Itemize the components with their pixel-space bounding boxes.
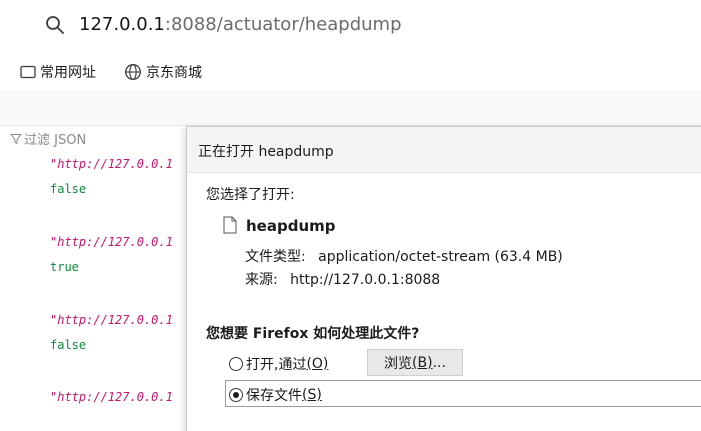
filter-label: 过滤 JSON [24,133,87,148]
dialog-intro: 您选择了打开: [206,187,295,203]
file-source: 来源: http://127.0.0.1:8088 [245,269,440,289]
open-with-option[interactable]: 打开,通过 (O) [229,354,328,374]
folder-icon [20,65,36,79]
file-icon [223,216,237,234]
bookmark-label: 常用网址 [40,65,96,81]
json-value: false [50,338,87,352]
url-path: :8088/actuator/heapdump [164,14,402,35]
save-file-accesskey: (S) [302,387,322,403]
open-with-radio[interactable] [229,357,243,371]
json-key: "http://127.0.0.1 [50,313,173,327]
file-type-value: application/octet-stream (63.4 MB) [318,249,563,265]
url-text[interactable]: 127.0.0.1:8088/actuator/heapdump [79,14,402,35]
bookmark-folder[interactable]: 常用网址 [20,61,96,83]
filter-icon [10,133,22,144]
source-label: 来源: [245,272,278,288]
save-file-label: 保存文件 [246,388,302,404]
handling-question: 您想要 Firefox 如何处理此文件? [206,326,420,342]
file-name: heapdump [246,217,336,235]
json-value: true [50,260,79,274]
url-host: 127.0.0.1 [79,14,165,35]
json-key: "http://127.0.0.1 [50,235,173,249]
source-value: http://127.0.0.1:8088 [290,272,441,288]
address-bar[interactable]: 127.0.0.1:8088/actuator/heapdump [0,0,701,52]
bookmark-jd[interactable]: 京东商城 [124,61,202,83]
viewer-toolbar [0,90,701,126]
json-value: false [50,182,87,196]
browse-label: 浏览 [384,355,413,372]
open-with-accesskey: (O) [306,356,329,372]
bookmark-label: 京东商城 [146,65,202,81]
browse-accesskey: (B) [412,354,433,371]
dialog-titlebar: 正在打开 heapdump [187,127,701,173]
json-filter[interactable]: 过滤 JSON [10,129,86,148]
globe-icon [125,64,141,80]
browse-ellipsis: ... [432,354,446,371]
open-file-dialog: 正在打开 heapdump 您选择了打开: heapdump 文件类型: app… [186,126,701,431]
open-with-label: 打开,通过 [246,357,307,373]
json-key: "http://127.0.0.1 [50,390,173,404]
bookmarks-toolbar: 常用网址 京东商城 [0,52,701,90]
json-key: "http://127.0.0.1 [50,157,173,171]
save-file-radio[interactable] [229,388,243,402]
search-icon [46,16,64,34]
file-type: 文件类型: application/octet-stream (63.4 MB) [245,246,563,266]
browse-button[interactable]: 浏览 (B)... [367,349,463,376]
save-file-option[interactable]: 保存文件 (S) [229,385,322,405]
dialog-title: 正在打开 heapdump [198,144,334,160]
file-type-label: 文件类型: [245,249,306,265]
